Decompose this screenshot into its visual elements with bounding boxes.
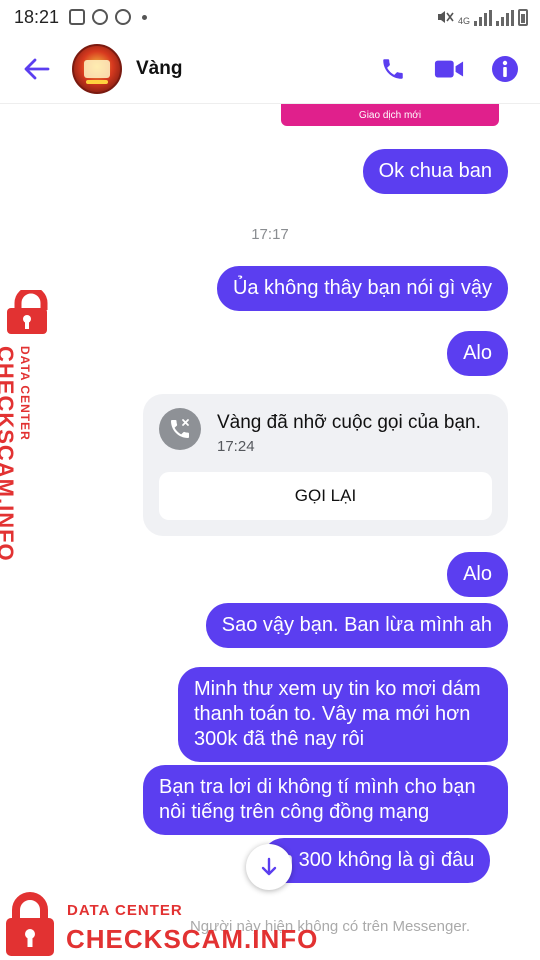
- back-arrow-icon: [24, 58, 50, 79]
- video-call-button[interactable]: [434, 54, 464, 84]
- messenger-icon: [92, 9, 109, 25]
- missed-call-time: 17:24: [217, 438, 255, 455]
- call-back-button[interactable]: GỌI LẠI: [159, 472, 492, 520]
- message-bubble[interactable]: Alo: [447, 331, 508, 376]
- avatar[interactable]: [72, 43, 122, 94]
- status-time: 18:21: [14, 6, 60, 27]
- back-button[interactable]: [12, 44, 62, 94]
- watermark-small-text: DATA CENTER: [67, 902, 183, 919]
- status-system-icons: 4G: [436, 8, 528, 26]
- arrow-down-icon: [261, 857, 277, 876]
- message-text: Alo: [463, 563, 492, 585]
- mute-icon: [437, 11, 454, 23]
- side-watermark-text: DATA CENTER CHECKSCAM.INFO: [0, 346, 32, 562]
- message-bubble[interactable]: Ủa không thây bạn nói gì vậy: [216, 266, 508, 311]
- status-notification-icons: [69, 9, 148, 25]
- signal-2-icon: [496, 10, 514, 26]
- missed-call-icon: [159, 408, 201, 450]
- status-bar: 18:21 4G: [0, 0, 540, 34]
- message-bubble[interactable]: Minh thư xem uy tin ko mơi dám thanh toá…: [178, 667, 508, 762]
- watermark-big-text: CHECKSCAM.INFO: [66, 924, 319, 954]
- message-bubble[interactable]: Alo: [447, 552, 508, 597]
- watermark-small-text: DATA CENTER: [18, 346, 32, 441]
- message-text: Ok chua ban: [378, 160, 492, 182]
- voice-call-button[interactable]: [378, 54, 408, 84]
- sync-icon: [115, 9, 132, 25]
- gallery-icon: [69, 9, 86, 25]
- message-bubble[interactable]: n 300 không là gì đâu: [262, 838, 491, 883]
- video-camera-icon: [434, 60, 464, 77]
- header-actions: [378, 54, 520, 84]
- watermark-big-text: CHECKSCAM.INFO: [0, 346, 18, 562]
- bottom-watermark: DATA CENTER CHECKSCAM.INFO: [0, 888, 340, 960]
- shared-card-new-transaction[interactable]: Giao dịch mới: [281, 104, 499, 126]
- message-text: Bạn tra lơi di không tí mình cho bạn nôi…: [159, 776, 476, 823]
- signal-1-icon: [474, 10, 492, 26]
- message-text: n 300 không là gì đâu: [282, 849, 475, 871]
- side-watermark: DATA CENTER CHECKSCAM.INFO: [0, 290, 60, 562]
- lock-icon: [7, 290, 48, 334]
- conversation-info-button[interactable]: [490, 54, 520, 84]
- lock-icon: [6, 892, 54, 956]
- message-timestamp: 17:17: [251, 226, 289, 243]
- message-text: Ủa không thây bạn nói gì vậy: [232, 277, 492, 299]
- contact-name[interactable]: Vàng: [136, 58, 182, 80]
- call-back-label: GỌI LẠI: [294, 486, 357, 505]
- message-text: Alo: [463, 342, 492, 364]
- message-list[interactable]: Giao dịch mới Ok chua ban 17:17 Ủa không…: [0, 104, 540, 894]
- chat-header: Vàng: [0, 34, 540, 104]
- message-bubble[interactable]: Sao vậy bạn. Ban lừa mình ah: [205, 603, 508, 648]
- message-bubble[interactable]: Bạn tra lơi di không tí mình cho bạn nôi…: [143, 765, 508, 835]
- message-text: Minh thư xem uy tin ko mơi dám thanh toá…: [194, 678, 481, 750]
- info-icon: [492, 55, 518, 82]
- missed-call-card: Vàng đã nhỡ cuộc gọi của bạn. 17:24 GỌI …: [143, 394, 508, 536]
- shared-card-label: Giao dịch mới: [358, 109, 422, 121]
- message-bubble[interactable]: Ok chua ban: [362, 149, 508, 194]
- messenger-chat-screen: 18:21 4G Vàng Giao dịch mới Ok chua ban …: [0, 0, 540, 960]
- more-notifications-icon: [142, 14, 148, 20]
- missed-call-text: Vàng đã nhỡ cuộc gọi của bạn.: [217, 412, 481, 433]
- scroll-to-bottom-button[interactable]: [246, 844, 292, 890]
- phone-icon: [383, 58, 403, 79]
- network-type: 4G: [457, 16, 470, 26]
- battery-icon: [518, 9, 528, 26]
- message-text: Sao vậy bạn. Ban lừa mình ah: [221, 614, 492, 636]
